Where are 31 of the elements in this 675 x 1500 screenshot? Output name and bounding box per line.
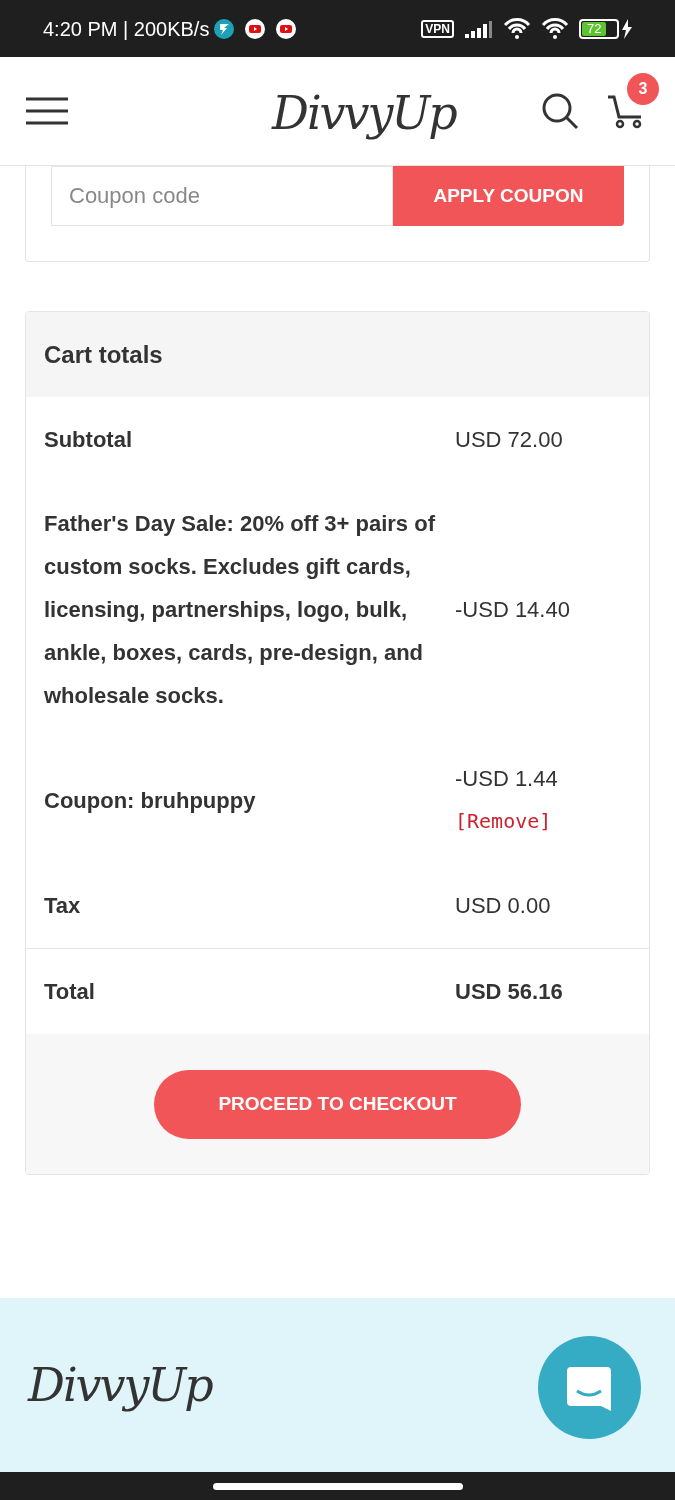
menu-icon[interactable] (26, 97, 68, 125)
apply-coupon-button[interactable]: APPLY COUPON (392, 166, 624, 226)
cart-totals-title: Cart totals (44, 339, 163, 370)
play-notification-icon (275, 17, 298, 40)
chat-button[interactable] (538, 1336, 641, 1439)
wifi-icon (541, 16, 571, 41)
cart-count-badge: 3 (627, 73, 659, 105)
battery-icon: 72 (579, 18, 619, 39)
signal-icon (464, 18, 494, 39)
footer-logo[interactable]: DivvyUp (28, 1350, 212, 1420)
remove-coupon-link[interactable]: [Remove] (455, 800, 552, 843)
app-notification-icon (213, 17, 236, 40)
search-icon[interactable] (541, 92, 579, 130)
vpn-badge: VPN (421, 19, 454, 38)
row-value: USD 56.16 (455, 978, 563, 1006)
play-notification-icon (244, 17, 267, 40)
row-label: Total (44, 978, 96, 1006)
row-value: -USD 14.40 (455, 596, 570, 624)
coupon-code-field[interactable]: Coupon code (51, 166, 393, 226)
charging-icon (622, 18, 632, 39)
row-value: USD 72.00 (455, 426, 563, 454)
row-label: Tax (44, 892, 82, 920)
checkout-button[interactable]: PROCEED TO CHECKOUT (154, 1069, 521, 1139)
row-label: Coupon: bruhpuppy (44, 786, 257, 815)
status-time: 4:20 PM | 200KB/s (43, 16, 210, 42)
wifi-icon (503, 16, 533, 41)
row-label: Father's Day Sale: 20% off 3+ pairs of custom socks. Excludes gift cards, licensing, partnerships, logo, bulk, ankle, boxes, cards, pre-design, and wholesale socks. (44, 510, 436, 710)
row-value: USD 0.00 (455, 892, 551, 920)
logo[interactable]: DivvyUp (272, 79, 456, 148)
row-label: Subtotal (44, 426, 133, 454)
row-value: -USD 1.44 (455, 765, 558, 793)
